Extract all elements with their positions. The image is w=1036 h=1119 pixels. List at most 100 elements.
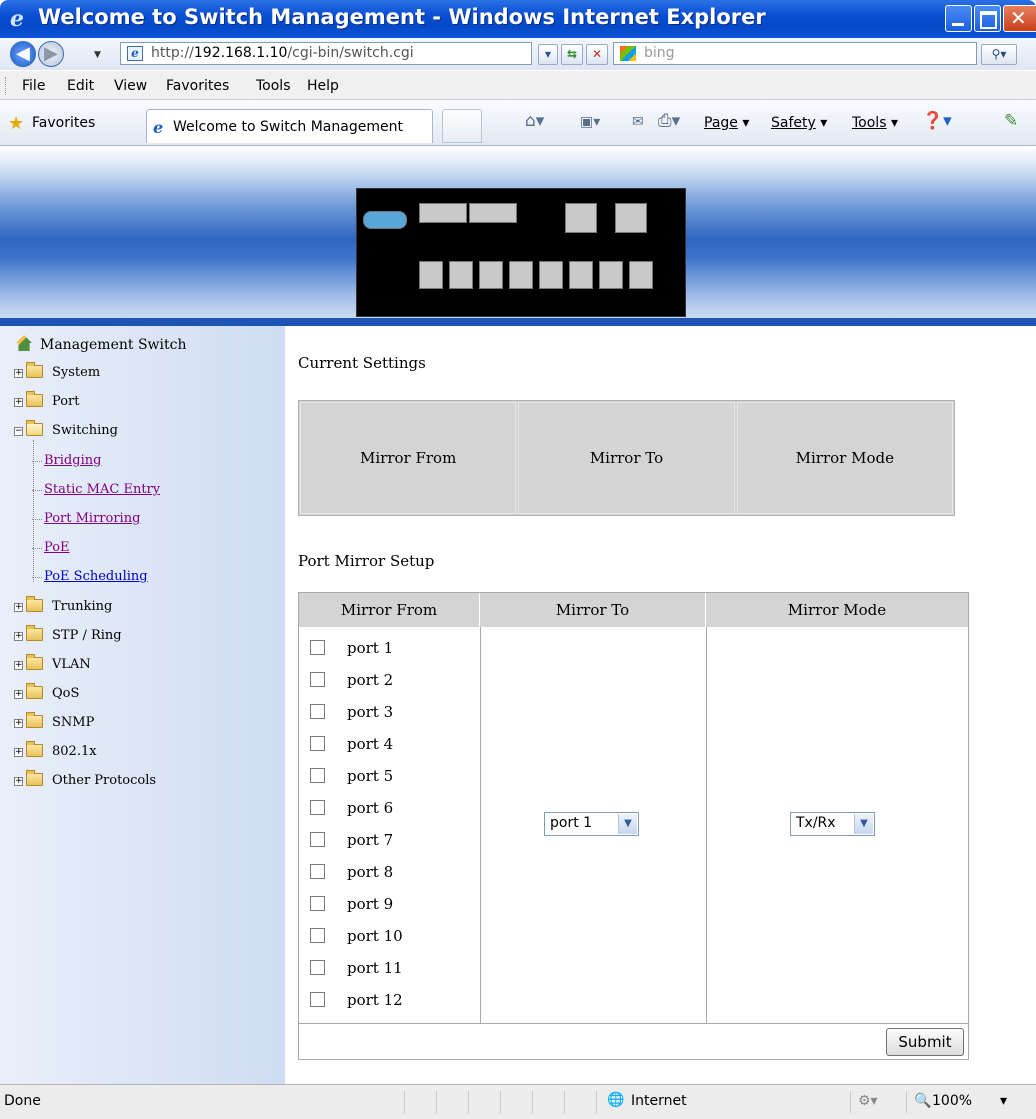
zoom-dropdown-icon[interactable]: ▾ <box>1000 1093 1007 1109</box>
minimize-button[interactable] <box>945 5 972 32</box>
menu-tools[interactable]: Tools <box>256 78 291 94</box>
port-checkbox-row[interactable]: port 8 <box>310 863 393 893</box>
zoom-level[interactable]: 100% <box>932 1093 972 1109</box>
port-checkbox[interactable] <box>310 768 325 783</box>
port-checkbox[interactable] <box>310 800 325 815</box>
search-button[interactable]: ⚲▾ <box>981 44 1017 65</box>
sidebar-item-qos[interactable]: + QoS <box>14 683 79 708</box>
refresh-button[interactable]: ⇆ <box>561 44 583 65</box>
chevron-down-icon[interactable]: ▼ <box>618 814 637 834</box>
expand-icon[interactable]: + <box>14 777 23 786</box>
sidebar-link-poe-scheduling[interactable]: PoE Scheduling <box>32 569 148 584</box>
port-checkbox-row[interactable]: port 1 <box>310 639 393 669</box>
port-checkbox[interactable] <box>310 864 325 879</box>
tools-menu[interactable]: Tools ▾ <box>852 115 898 131</box>
port-checkbox[interactable] <box>310 704 325 719</box>
port-checkbox-row[interactable]: port 9 <box>310 895 393 925</box>
print-icon[interactable]: ⎙▾ <box>658 111 680 131</box>
sidebar-item-other-protocols[interactable]: + Other Protocols <box>14 770 156 795</box>
port-label: port 5 <box>347 767 394 785</box>
menu-favorites[interactable]: Favorites <box>166 78 229 94</box>
menu-help[interactable]: Help <box>307 78 339 94</box>
new-tab-button[interactable] <box>442 109 482 143</box>
tree-root-label: Management Switch <box>40 337 187 353</box>
maximize-button[interactable] <box>974 5 1001 32</box>
port-checkbox-row[interactable]: port 7 <box>310 831 393 861</box>
search-input[interactable]: bing <box>613 42 977 65</box>
sidebar-link-poe[interactable]: PoE <box>32 540 70 555</box>
sidebar-link-port-mirroring[interactable]: Port Mirroring <box>31 511 140 526</box>
sidebar-link-static-mac-entry[interactable]: Static MAC Entry <box>31 482 160 497</box>
menu-file[interactable]: File <box>22 78 45 94</box>
back-button[interactable]: ◀ <box>10 41 36 67</box>
expand-icon[interactable]: + <box>14 748 23 757</box>
lan-port-icon <box>599 261 623 289</box>
mirror-to-value: port 1 <box>550 815 593 831</box>
port-checkbox[interactable] <box>310 928 325 943</box>
chevron-down-icon[interactable]: ▼ <box>854 814 873 834</box>
port-checkbox-row[interactable]: port 11 <box>310 959 403 989</box>
port-checkbox[interactable] <box>310 736 325 751</box>
submit-button[interactable]: Submit <box>886 1028 964 1056</box>
expand-icon[interactable]: + <box>14 661 23 670</box>
forward-button[interactable]: ▶ <box>38 41 64 67</box>
lan-port-icon <box>509 261 533 289</box>
collapse-icon[interactable]: − <box>14 427 23 436</box>
sidebar-link-bridging[interactable]: Bridging <box>31 453 101 468</box>
port-checkbox-row[interactable]: port 2 <box>310 671 393 701</box>
menu-edit[interactable]: Edit <box>67 78 94 94</box>
expand-icon[interactable]: + <box>14 369 23 378</box>
mail-icon[interactable]: ✉ <box>632 114 644 130</box>
port-checkbox-row[interactable]: port 3 <box>310 703 393 733</box>
sidebar-item-switching[interactable]: − Switching <box>14 420 118 445</box>
sidebar-item-8021x[interactable]: +802.1x <box>14 741 97 766</box>
sidebar-item-vlan[interactable]: + VLAN <box>14 654 91 679</box>
expand-icon[interactable]: + <box>14 398 23 407</box>
port-checkbox[interactable] <box>310 832 325 847</box>
home-icon[interactable]: ⌂▾ <box>525 111 544 131</box>
port-label: port 12 <box>347 991 403 1009</box>
url-input[interactable]: e http://192.168.1.10/cgi-bin/switch.cgi <box>120 42 532 65</box>
menu-view[interactable]: View <box>114 78 147 94</box>
sidebar-item-trunking[interactable]: + Trunking <box>14 596 112 621</box>
history-dropdown-icon[interactable]: ▼ <box>94 50 101 60</box>
port-checkbox[interactable] <box>310 992 325 1007</box>
feeds-icon[interactable]: ▣▾ <box>580 114 600 130</box>
sidebar-item-system[interactable]: + System <box>14 362 100 387</box>
expand-icon[interactable]: + <box>14 632 23 641</box>
sidebar-item-label: 802.1x <box>52 744 97 759</box>
port-checkbox-row[interactable]: port 4 <box>310 735 393 765</box>
research-icon[interactable]: ✎ <box>1004 111 1018 131</box>
port-checkbox[interactable] <box>310 640 325 655</box>
zoom-icon[interactable]: 🔍 <box>914 1093 931 1109</box>
port-checkbox-row[interactable]: port 5 <box>310 767 393 797</box>
stop-button[interactable]: ✕ <box>586 44 608 65</box>
security-zone[interactable]: Internet <box>631 1093 687 1109</box>
expand-icon[interactable]: + <box>14 690 23 699</box>
close-button[interactable] <box>1003 5 1036 32</box>
port-checkbox-row[interactable]: port 12 <box>310 991 403 1021</box>
sidebar-item-stp-ring[interactable]: + STP / Ring <box>14 625 122 650</box>
status-divider <box>404 1091 405 1113</box>
mirror-mode-select[interactable]: Tx/Rx ▼ <box>790 812 875 836</box>
safety-menu[interactable]: Safety ▾ <box>771 115 827 131</box>
expand-icon[interactable]: + <box>14 719 23 728</box>
expand-icon[interactable]: + <box>14 603 23 612</box>
sidebar-item-port[interactable]: + Port <box>14 391 80 416</box>
protected-mode-icon[interactable]: ⚙▾ <box>858 1093 878 1109</box>
page-menu[interactable]: Page ▾ <box>704 115 749 131</box>
browser-tab[interactable]: e Welcome to Switch Management <box>146 109 433 143</box>
help-icon[interactable]: ❓▾ <box>922 111 952 131</box>
port-checkbox-row[interactable]: port 10 <box>310 927 403 957</box>
favorites-button[interactable]: Favorites <box>32 115 95 131</box>
tree-root[interactable]: Management Switch <box>16 335 186 353</box>
folder-icon <box>26 596 43 612</box>
url-dropdown-button[interactable]: ▾ <box>538 44 558 65</box>
port-checkbox[interactable] <box>310 672 325 687</box>
port-checkbox[interactable] <box>310 960 325 975</box>
sidebar-item-snmp[interactable]: + SNMP <box>14 712 94 737</box>
toolbar-grip <box>5 77 7 95</box>
port-checkbox-row[interactable]: port 6 <box>310 799 393 829</box>
mirror-to-select[interactable]: port 1 ▼ <box>544 812 639 836</box>
port-checkbox[interactable] <box>310 896 325 911</box>
